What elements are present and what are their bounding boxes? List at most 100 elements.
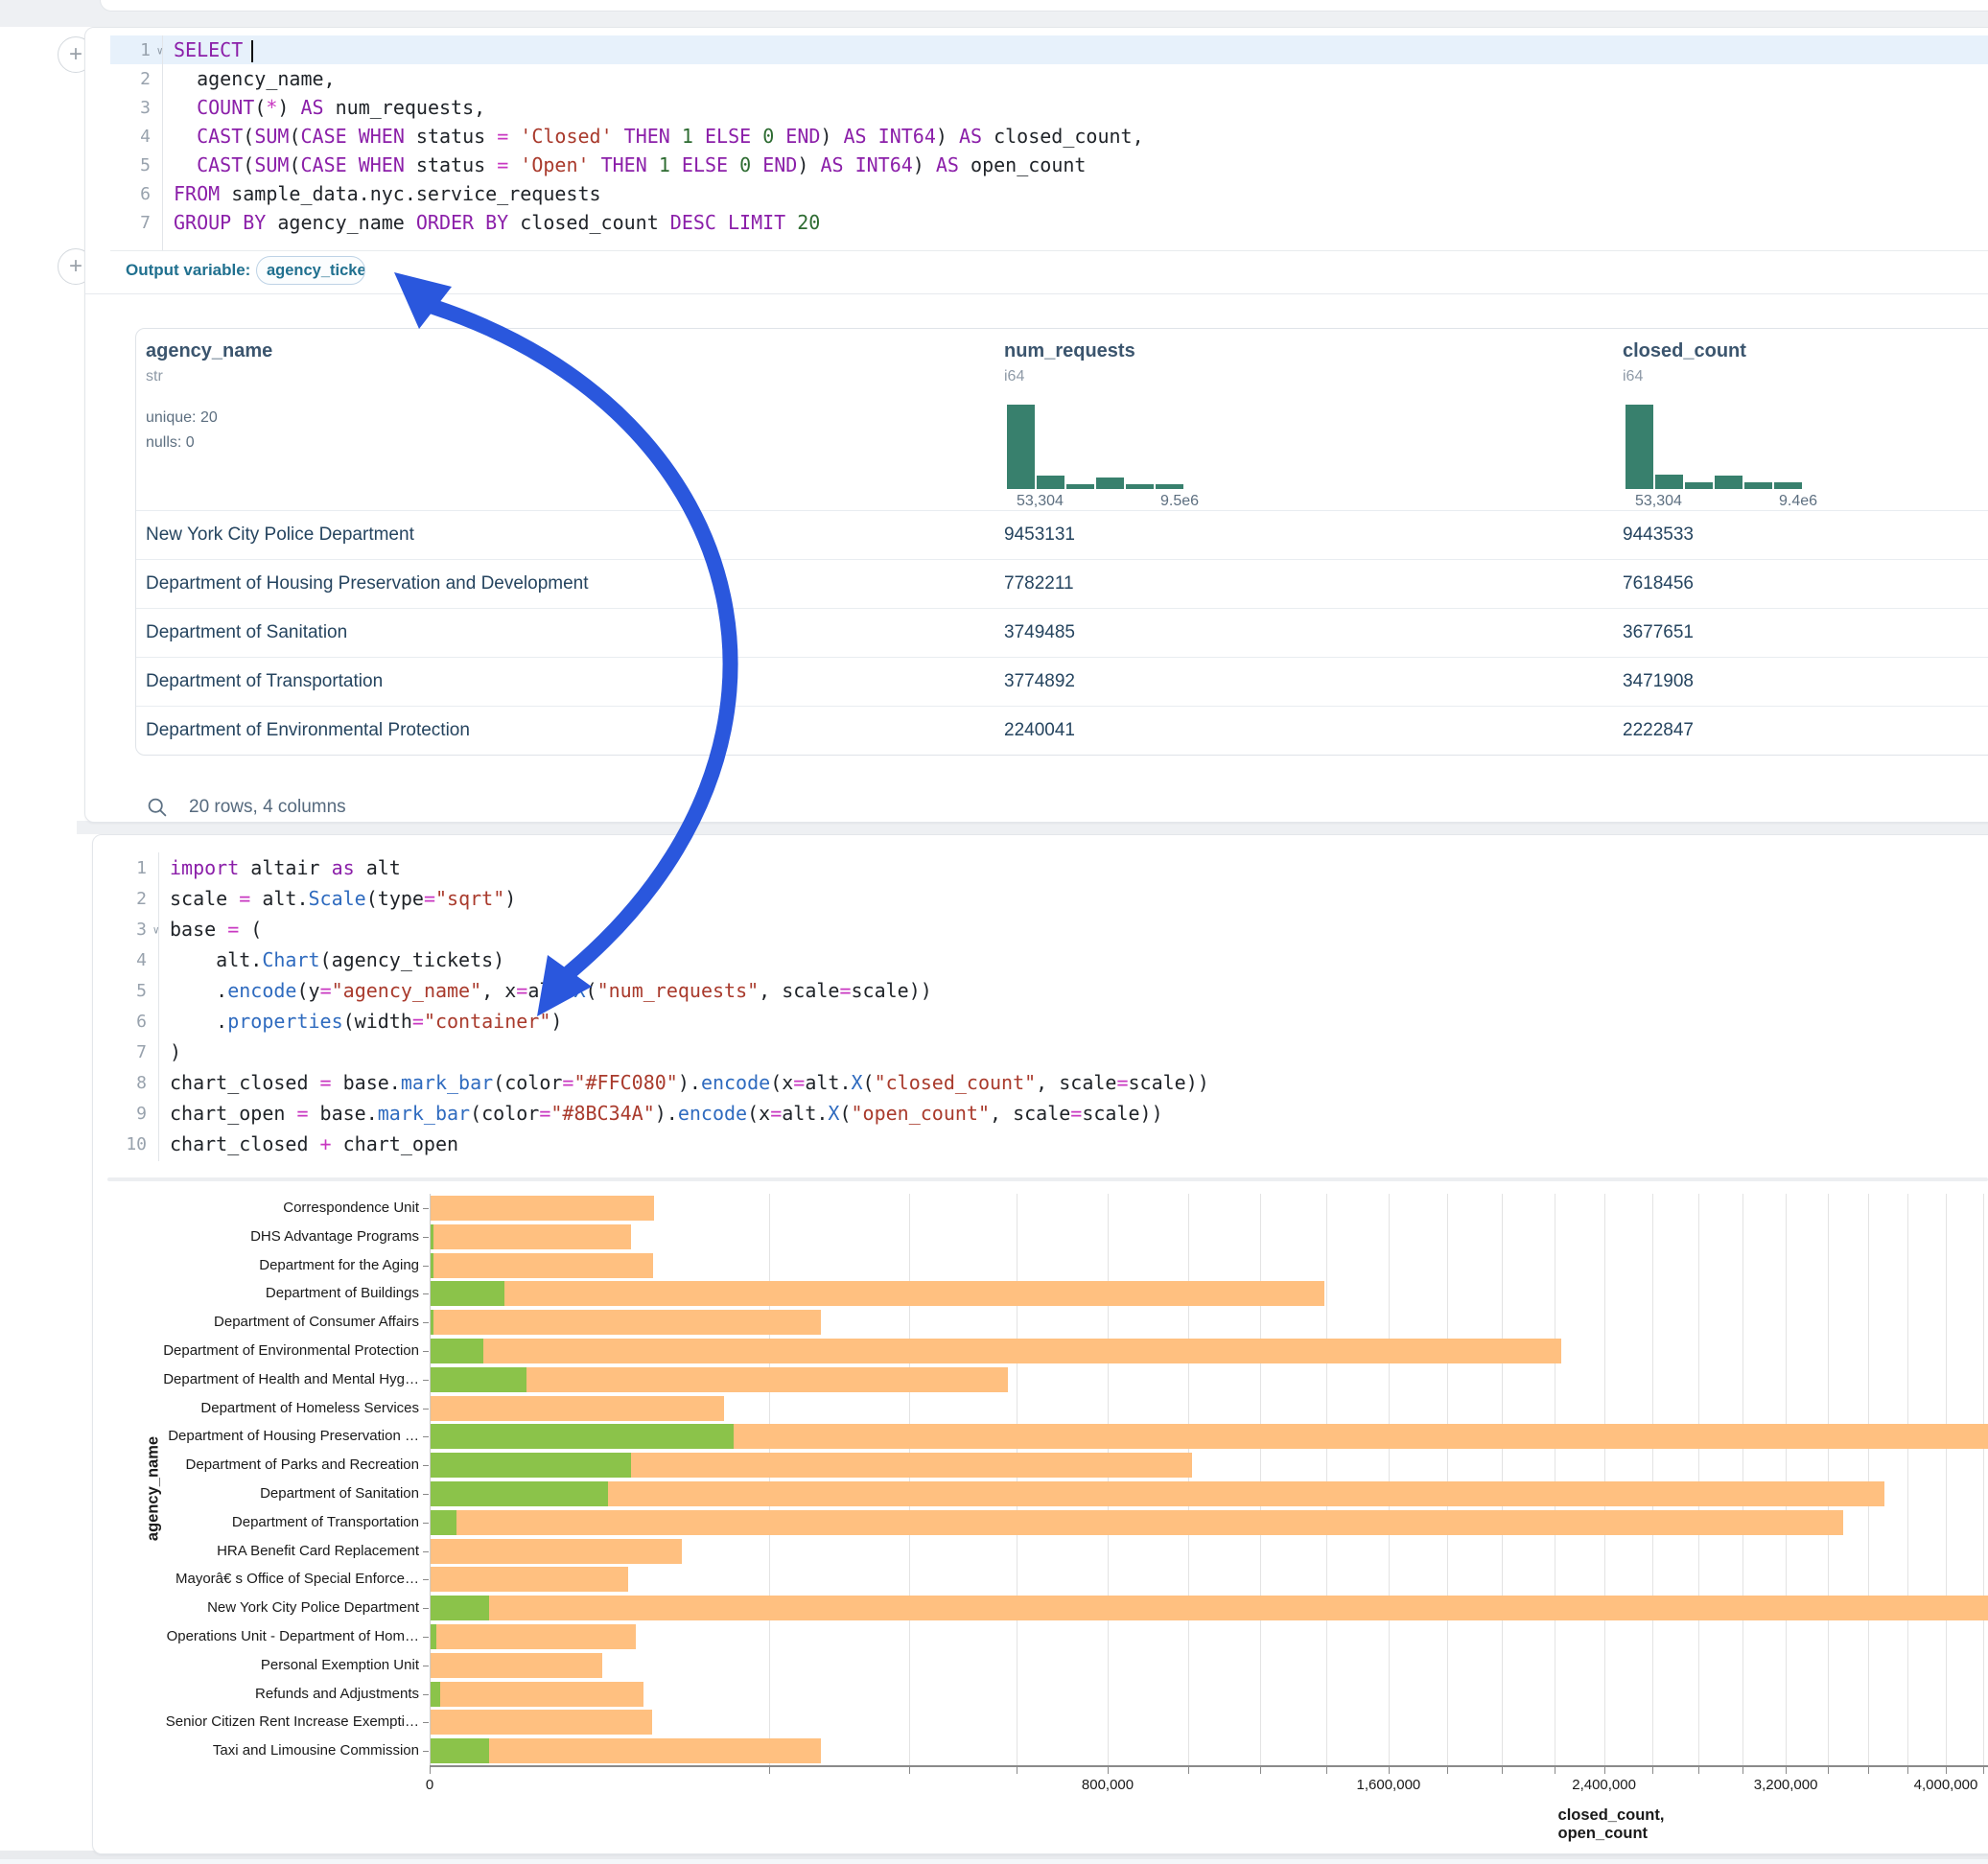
code-line: 1import altair as alt xyxy=(106,852,1988,883)
cell-value: 9453131 xyxy=(1004,524,1075,546)
code-text: chart_closed = base.mark_bar(color="#FFC… xyxy=(158,1071,1209,1094)
column-header-num_requests[interactable]: num_requestsi64 xyxy=(1004,329,1135,385)
code-line: 4 alt.Chart(agency_tickets) xyxy=(106,944,1988,975)
x-axis-tick xyxy=(1983,1767,1984,1774)
histogram-bar xyxy=(1655,475,1683,489)
table-row: New York City Police Department945313194… xyxy=(136,510,1988,560)
table-row-count: 20 rows, 4 columns xyxy=(189,797,346,818)
collapse-chevron-icon[interactable]: ∨ xyxy=(152,924,159,937)
y-axis-tick xyxy=(423,1293,429,1294)
y-axis-tick-label: Department of Housing Preservation … xyxy=(12,1428,419,1444)
gridline xyxy=(909,1194,910,1765)
y-axis-tick xyxy=(423,1722,429,1723)
code-text: base = ( xyxy=(158,918,262,941)
line-number: 4 xyxy=(110,127,162,147)
histogram-bar xyxy=(1007,405,1035,489)
bar-open-count xyxy=(431,1453,631,1478)
histogram-bar xyxy=(1126,484,1154,489)
column-type: str xyxy=(146,362,272,385)
y-axis-tick xyxy=(423,1237,429,1238)
y-axis-tick-label: Refunds and Adjustments xyxy=(12,1686,419,1702)
x-axis-tick xyxy=(1828,1767,1829,1774)
code-text: scale = alt.Scale(type="sqrt") xyxy=(158,887,516,910)
code-text: GROUP BY agency_name ORDER BY closed_cou… xyxy=(162,211,820,234)
bar-open-count xyxy=(431,1253,433,1278)
y-axis-tick-label: Correspondence Unit xyxy=(12,1200,419,1216)
histogram-bar xyxy=(1096,478,1124,489)
column-histogram xyxy=(1007,405,1183,489)
line-number: 8 xyxy=(106,1073,158,1093)
y-axis-tick-label: Mayorâ€ s Office of Special Enforce… xyxy=(12,1571,419,1587)
line-number: 1 xyxy=(106,858,158,878)
x-axis-domain xyxy=(430,1765,1988,1767)
x-axis-tick xyxy=(1786,1767,1787,1774)
cell-value: 3677651 xyxy=(1623,622,1694,643)
histogram-range-labels: 53,3049.5e6 xyxy=(1017,493,1247,510)
x-axis-tick xyxy=(430,1767,431,1774)
dataframe-preview-table: agency_namestrunique: 20nulls: 0num_requ… xyxy=(135,328,1988,756)
gridline xyxy=(1698,1194,1699,1765)
bar-open-count xyxy=(431,1510,456,1535)
y-axis-tick xyxy=(423,1322,429,1323)
code-line: 7) xyxy=(106,1037,1988,1067)
bar-open-count xyxy=(431,1738,489,1763)
x-axis-title: closed_count, open_count xyxy=(1558,1806,1665,1843)
y-axis-tick-label: Department for the Aging xyxy=(12,1257,419,1273)
table-row: Department of Housing Preservation and D… xyxy=(136,559,1988,609)
bar-closed-count xyxy=(431,1281,1324,1306)
gutter-separator xyxy=(158,852,159,1161)
x-axis-tick-label: 2,400,000 xyxy=(1572,1777,1636,1793)
line-number: 1∨ xyxy=(110,40,162,60)
x-axis-tick xyxy=(1326,1767,1327,1774)
code-line: 9chart_open = base.mark_bar(color="#8BC3… xyxy=(106,1098,1988,1129)
code-text: .encode(y="agency_name", x=alt.X("num_re… xyxy=(158,979,932,1002)
y-axis-tick xyxy=(423,1436,429,1437)
gridline xyxy=(769,1194,770,1765)
column-header-agency_name[interactable]: agency_namestr xyxy=(146,329,272,385)
y-axis-tick-label: Senior Citizen Rent Increase Exempti… xyxy=(12,1713,419,1730)
column-header-closed_count[interactable]: closed_counti64 xyxy=(1623,329,1746,385)
bar-closed-count xyxy=(431,1224,631,1249)
bar-closed-count xyxy=(431,1539,682,1564)
code-text: ) xyxy=(158,1040,181,1063)
gridline xyxy=(1946,1194,1947,1765)
x-axis-tick xyxy=(1907,1767,1908,1774)
y-axis-tick xyxy=(423,1208,429,1209)
output-variable-row: Output variable: agency_tickets xyxy=(85,250,1988,294)
bar-closed-count xyxy=(431,1596,1988,1620)
line-number: 6 xyxy=(110,184,162,204)
y-axis-title: agency_name xyxy=(145,1393,163,1585)
x-axis-tick xyxy=(1946,1767,1947,1774)
y-axis-tick-label: Department of Homeless Services xyxy=(12,1400,419,1416)
x-axis-tick-label: 3,200,000 xyxy=(1754,1777,1818,1793)
y-axis-tick-label: Department of Health and Mental Hyg… xyxy=(12,1371,419,1387)
line-number: 6 xyxy=(106,1012,158,1032)
collapse-chevron-icon[interactable]: ∨ xyxy=(156,45,163,58)
x-axis-tick xyxy=(1502,1767,1503,1774)
histogram-range-labels: 53,3049.4e6 xyxy=(1635,493,1865,510)
x-axis-tick xyxy=(1652,1767,1653,1774)
table-row: Department of Environmental Protection22… xyxy=(136,706,1988,756)
python-code-editor[interactable]: 1import altair as alt2scale = alt.Scale(… xyxy=(106,852,1988,1161)
cell-value: 7618456 xyxy=(1623,573,1694,594)
line-number: 7 xyxy=(106,1042,158,1062)
code-text: chart_closed + chart_open xyxy=(158,1132,458,1155)
x-axis-tick xyxy=(1742,1767,1743,1774)
y-axis-tick-label: DHS Advantage Programs xyxy=(12,1228,419,1245)
y-axis-tick xyxy=(423,1380,429,1381)
y-axis-tick xyxy=(423,1579,429,1580)
histogram-bar xyxy=(1066,484,1094,489)
sql-code-editor[interactable]: 1∨SELECT2 agency_name,3 COUNT(*) AS num_… xyxy=(110,35,1988,251)
search-icon[interactable] xyxy=(147,797,168,818)
output-variable-chip[interactable]: agency_tickets xyxy=(256,256,365,285)
x-axis-tick xyxy=(1260,1767,1261,1774)
x-axis-tick xyxy=(1108,1767,1109,1774)
code-line: 6 .properties(width="container") xyxy=(106,1006,1988,1037)
code-text: CAST(SUM(CASE WHEN status = 'Open' THEN … xyxy=(162,153,1086,176)
gridline xyxy=(1188,1194,1189,1765)
cell-value: 3471908 xyxy=(1623,671,1694,692)
code-text: alt.Chart(agency_tickets) xyxy=(158,948,504,971)
column-name: closed_count xyxy=(1623,329,1746,362)
gridline xyxy=(1868,1194,1869,1765)
code-line: 5 CAST(SUM(CASE WHEN status = 'Open' THE… xyxy=(110,151,1988,179)
